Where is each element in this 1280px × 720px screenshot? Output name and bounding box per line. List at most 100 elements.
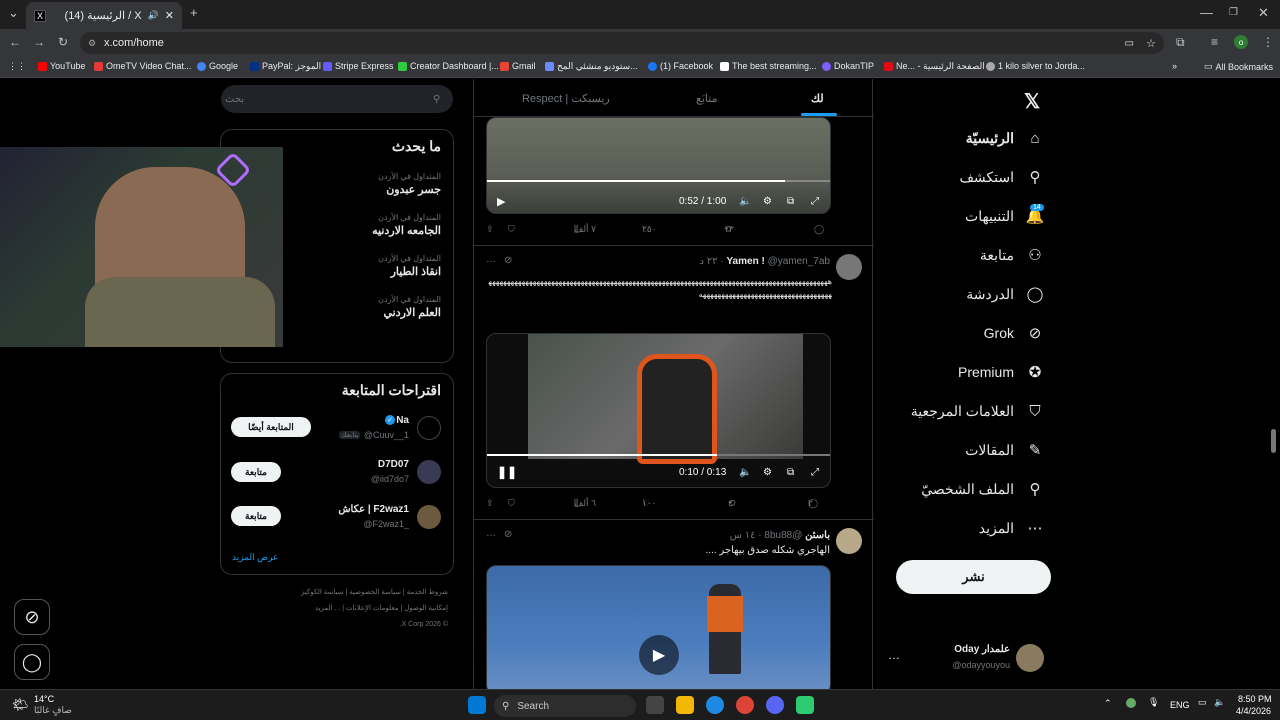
grok-icon[interactable]: ⊘ <box>504 529 512 540</box>
settings-icon[interactable]: ⚙ <box>763 467 772 478</box>
all-bookmarks[interactable]: ▭ All Bookmarks <box>1204 61 1273 72</box>
tab-close-icon[interactable]: ✕ <box>165 9 174 22</box>
share-icon[interactable]: ⇪ <box>486 498 494 509</box>
share-icon[interactable]: ⇪ <box>486 224 494 235</box>
bookmark-paypal[interactable]: PayPal: الموجز <box>250 61 321 72</box>
volume-icon[interactable]: 🔈 <box>739 196 751 207</box>
reload-icon[interactable]: ↻ <box>58 35 68 49</box>
nav-home[interactable]: ⌂ الرئيسيّة <box>966 129 1044 147</box>
play-icon[interactable]: ▶ <box>497 195 505 208</box>
media-icon[interactable]: ≡ <box>1211 35 1218 49</box>
video-progress-track[interactable] <box>487 180 830 182</box>
show-more-link[interactable]: عرض المزيد <box>232 552 278 563</box>
bookmark-stripe[interactable]: Stripe Express <box>323 61 394 71</box>
start-icon[interactable] <box>468 696 486 714</box>
window-close-icon[interactable]: ✕ <box>1258 5 1269 21</box>
play-button[interactable]: ▶ <box>639 635 679 675</box>
account-switcher[interactable]: … Oday علمدار @odayyouyou <box>886 638 1052 678</box>
more-bookmarks-icon[interactable]: » <box>1172 61 1177 71</box>
suggestion-name[interactable]: D7D07 <box>378 459 409 470</box>
post2-video[interactable]: ❚❚ 0:10 / 0:13 🔈 ⚙ ⧉ ⤢ <box>486 333 831 488</box>
bookmark-silver[interactable]: 1 kilo silver to Jorda... <box>986 61 1085 71</box>
footer-link[interactable]: سياسة الخصوصية <box>349 589 401 596</box>
back-icon[interactable]: ← <box>9 35 21 49</box>
tab-for-you[interactable]: لك <box>811 92 824 105</box>
cast-icon[interactable]: ▭ <box>1125 38 1134 49</box>
post1-video[interactable]: ▶ 0:52 / 1:00 🔈 ⚙ ⧉ ⤢ <box>486 117 831 214</box>
clock-date[interactable]: 4/4/2026 <box>1236 706 1271 716</box>
edge-icon[interactable] <box>706 696 724 714</box>
app-icon[interactable] <box>796 696 814 714</box>
bookmark-facebook[interactable]: (1) Facebook <box>648 61 713 71</box>
post-button[interactable]: نشر <box>896 560 1051 594</box>
suggestion-name[interactable]: عكاش | F2waz1 <box>338 504 409 515</box>
nav-grok[interactable]: ⊘ Grok <box>984 324 1044 342</box>
minimize-icon[interactable]: — <box>1200 5 1213 20</box>
site-info-icon[interactable]: ⚙ <box>88 38 96 49</box>
nav-explore[interactable]: ⚲ استكشف <box>959 168 1044 187</box>
menu-icon[interactable]: ⋮ <box>1262 35 1274 49</box>
trend-item[interactable]: انقاذ الطيار <box>391 265 441 278</box>
popout-icon[interactable]: ⧉ <box>787 196 794 207</box>
network-icon[interactable]: ▭ <box>1198 697 1207 708</box>
task-view-icon[interactable] <box>646 696 664 714</box>
chrome-icon[interactable] <box>736 696 754 714</box>
extensions-icon[interactable]: ⧉ <box>1176 35 1185 50</box>
address-bar[interactable]: ⚙ x.com/home ▭ ☆ <box>80 32 1164 54</box>
profile-avatar[interactable]: o <box>1234 35 1248 49</box>
bookmark-ometv[interactable]: OmeTV Video Chat... <box>94 61 191 71</box>
taskbar-search[interactable]: ⚲ Search <box>494 695 636 717</box>
bookmark-streaming[interactable]: The best streaming... <box>720 61 817 71</box>
footer-link[interactable]: شروط الخدمة <box>407 589 448 596</box>
new-tab-icon[interactable]: + <box>190 5 198 20</box>
post-more-icon[interactable]: … <box>486 528 496 539</box>
follow-back-button[interactable]: المتابعة أيضًا <box>231 417 311 437</box>
bookmark-google[interactable]: Google <box>197 61 238 71</box>
forward-icon[interactable]: → <box>33 35 45 49</box>
bookmark-icon[interactable]: ⛉ <box>508 224 515 235</box>
bookmark-icon[interactable]: ⛉ <box>508 498 515 509</box>
post3-video[interactable]: ▶ <box>486 565 831 689</box>
speaker-icon[interactable]: 🔈 <box>1214 697 1225 708</box>
follow-button[interactable]: متابعة <box>231 506 281 526</box>
video-progress-track[interactable] <box>487 454 830 456</box>
post2-author[interactable]: Yamen ! <box>726 256 764 267</box>
page-scrollbar[interactable] <box>1271 429 1276 453</box>
suggestion-name[interactable]: Na <box>396 415 409 426</box>
suggestion-avatar[interactable] <box>417 460 441 484</box>
volume-icon[interactable]: 🔈 <box>739 467 751 478</box>
search-input[interactable]: ⚲ بحث <box>221 85 453 113</box>
grok-icon[interactable]: ⊘ <box>504 255 512 266</box>
trend-item[interactable]: جسر عبدون <box>386 183 441 196</box>
follow-button[interactable]: متابعة <box>231 462 281 482</box>
suggestion-avatar[interactable] <box>417 416 441 440</box>
post3-handle[interactable]: @8bu88 <box>764 530 802 541</box>
bookmark-studio[interactable]: ستوديو منشئي المح... <box>545 61 638 72</box>
tab-following[interactable]: متابَع <box>696 92 717 105</box>
nav-chat[interactable]: ◯ الدردشة <box>966 285 1044 304</box>
tray-app-icon[interactable] <box>1126 698 1136 708</box>
nav-premium[interactable]: ✪ Premium <box>958 363 1044 381</box>
weather-icon[interactable]: 🌤 <box>12 697 29 713</box>
fullscreen-icon[interactable]: ⤢ <box>811 467 819 478</box>
pause-icon[interactable]: ❚❚ <box>497 465 517 479</box>
nav-follow[interactable]: ⚇ متابعة <box>980 246 1044 265</box>
grok-float-button[interactable]: ⊘ <box>14 599 50 635</box>
post2-avatar[interactable] <box>836 254 862 280</box>
nav-articles[interactable]: ✎ المقالات <box>965 441 1044 460</box>
nav-bookmarks[interactable]: ⛉ العلامات المرجعية <box>911 402 1044 420</box>
post3-avatar[interactable] <box>836 528 862 554</box>
settings-icon[interactable]: ⚙ <box>763 196 772 207</box>
language-indicator[interactable]: ENG <box>1170 700 1190 710</box>
nav-more[interactable]: ⋯ المزيد <box>979 519 1044 538</box>
microphone-icon[interactable]: 🎙 <box>1148 697 1159 708</box>
star-icon[interactable]: ☆ <box>1146 37 1156 50</box>
apps-icon[interactable]: ⋮⋮ <box>8 61 26 72</box>
clock-time[interactable]: 8:50 PM <box>1238 694 1272 704</box>
footer-link[interactable]: معلومات الإعلانات <box>346 605 398 612</box>
trend-item[interactable]: العلم الاردني <box>383 306 441 319</box>
trend-item[interactable]: الجامعه الاردنيه <box>372 224 441 237</box>
bookmark-dokantip[interactable]: DokanTIP <box>822 61 874 71</box>
discord-icon[interactable] <box>766 696 784 714</box>
bookmark-creator[interactable]: Creator Dashboard |... <box>398 61 499 71</box>
